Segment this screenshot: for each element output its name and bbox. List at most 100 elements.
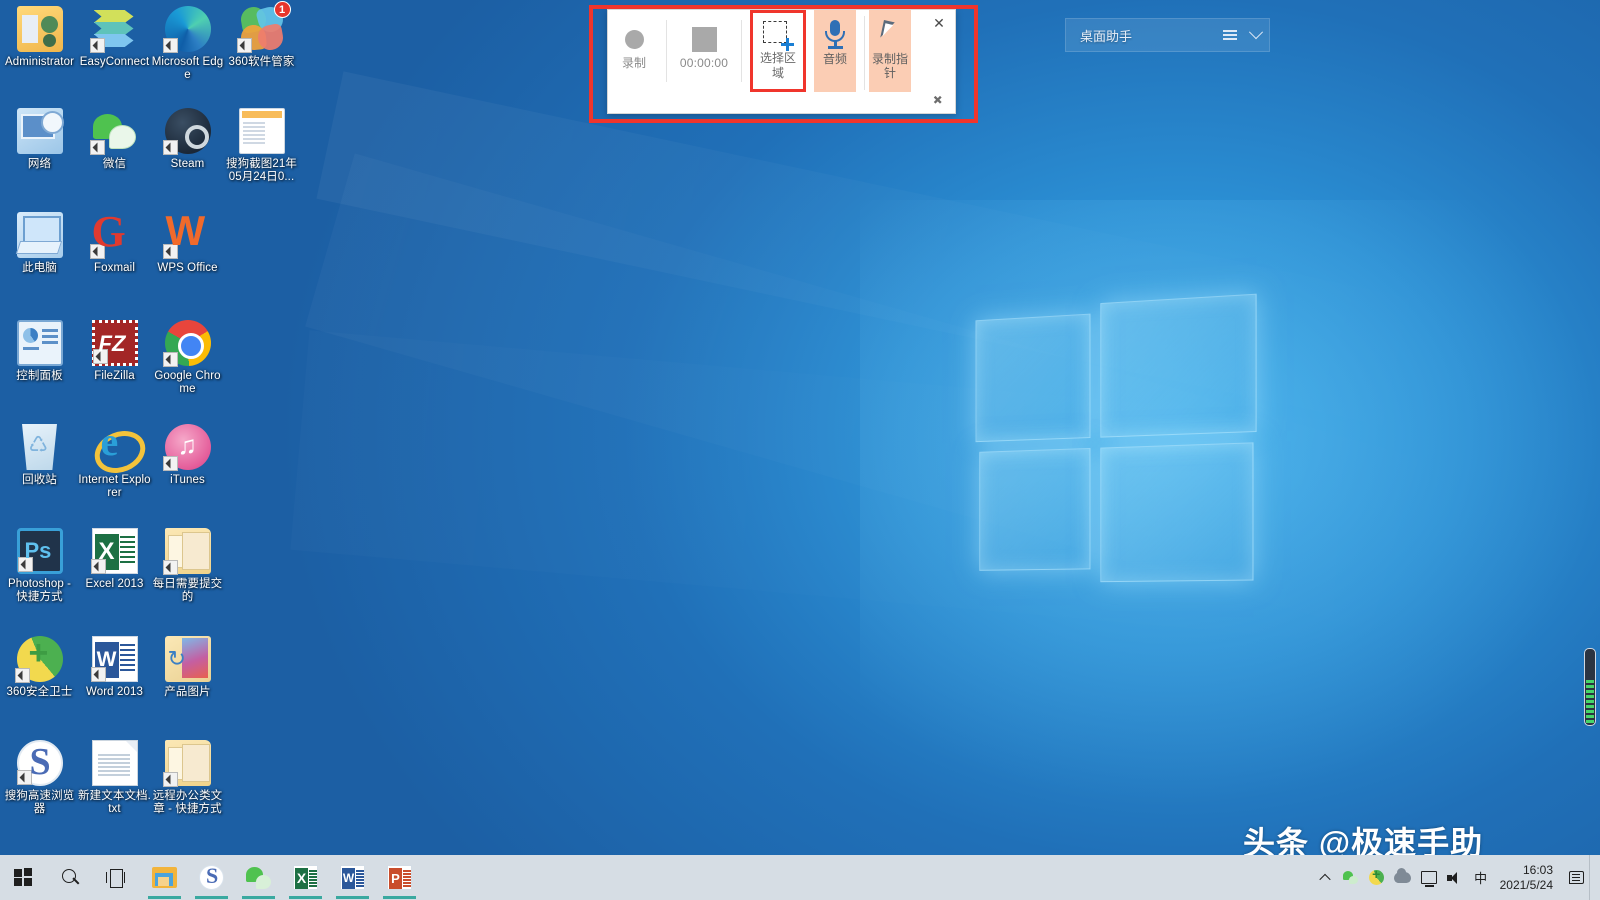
desktop-icon[interactable]: WPS Office xyxy=(150,212,225,275)
desktop-icon[interactable]: Internet Explorer xyxy=(77,424,152,500)
running-indicator xyxy=(383,896,416,899)
360safe-icon xyxy=(17,636,63,682)
shortcut-arrow-icon xyxy=(90,244,105,259)
desktop-icon[interactable]: 360安全卫士 xyxy=(2,636,77,699)
desktop-icon[interactable]: 微信 xyxy=(77,108,152,171)
shortcut-arrow-icon xyxy=(91,667,106,682)
desktop-icon-label: 新建文本文档.txt xyxy=(77,790,152,816)
shortcut-arrow-icon xyxy=(163,352,178,367)
desktop-icon-label: Photoshop - 快捷方式 xyxy=(2,578,77,604)
shortcut-arrow-icon xyxy=(237,38,252,53)
taskbar-app-file-explorer[interactable] xyxy=(141,855,188,900)
taskbar[interactable]: 中 16:03 2021/5/24 xyxy=(0,855,1600,900)
desktop-icon-label: 搜狗截图21年05月24日0... xyxy=(224,158,299,184)
desktop-icon[interactable]: EasyConnect xyxy=(77,6,152,69)
desktop-icon[interactable]: 产品图片 xyxy=(150,636,225,699)
desktop-icon[interactable]: 新建文本文档.txt xyxy=(77,740,152,816)
desktop-icon-label: 搜狗高速浏览器 xyxy=(2,790,77,816)
shortcut-arrow-icon xyxy=(163,38,178,53)
desktop-icon-label: Foxmail xyxy=(77,262,152,275)
clock-date: 2021/5/24 xyxy=(1500,878,1553,893)
record-pointer-button[interactable]: 录制指针 xyxy=(869,10,911,92)
show-desktop-button[interactable] xyxy=(1589,855,1596,900)
network-tray-button[interactable] xyxy=(1416,855,1442,900)
memory-meter-fill xyxy=(1586,680,1594,724)
audio-button[interactable]: 音频 xyxy=(814,10,856,92)
desktop-icon[interactable]: Microsoft Edge xyxy=(150,6,225,82)
shortcut-arrow-icon xyxy=(93,349,108,364)
notification-badge: 1 xyxy=(274,1,291,18)
taskbar-app-wechat[interactable] xyxy=(235,855,282,900)
desktop-icon[interactable]: Word 2013 xyxy=(77,636,152,699)
running-indicator xyxy=(242,896,275,899)
start-button[interactable] xyxy=(0,855,47,900)
memory-meter-widget[interactable] xyxy=(1584,648,1596,726)
screen-recorder-toolbar[interactable]: 录制 00:00:00 选择区域 音频 录制指针 ✕ ✚ xyxy=(607,9,956,114)
wechat-tray-button[interactable] xyxy=(1338,855,1364,900)
taskbar-app-powerpoint[interactable] xyxy=(376,855,423,900)
shortcut-arrow-icon xyxy=(17,770,32,785)
ime-indicator[interactable]: 中 xyxy=(1468,855,1494,900)
desktop-icon[interactable]: 远程办公类文章 - 快捷方式 xyxy=(150,740,225,816)
pin-icon[interactable]: ✚ xyxy=(928,90,948,110)
desktop-icon[interactable]: 此电脑 xyxy=(2,212,77,275)
network-icon xyxy=(17,108,63,154)
desktop-assistant-widget[interactable]: 桌面助手 xyxy=(1065,18,1270,52)
hamburger-menu-icon[interactable] xyxy=(1217,27,1243,42)
desktop-icon[interactable]: 搜狗高速浏览器 xyxy=(2,740,77,816)
cloud-tray-button[interactable] xyxy=(1390,855,1416,900)
desktop-icon-label: 360安全卫士 xyxy=(2,686,77,699)
folder-user-icon xyxy=(17,6,63,52)
volume-tray-button[interactable] xyxy=(1442,855,1468,900)
taskbar-app-excel[interactable] xyxy=(282,855,329,900)
tray-overflow-button[interactable] xyxy=(1312,855,1338,900)
desktop[interactable]: Administrator EasyConnect Microsoft Edge 1 3… xyxy=(0,0,1600,900)
search-button[interactable] xyxy=(47,855,94,900)
toolbar-divider xyxy=(864,16,865,90)
desktop-icon-label: 远程办公类文章 - 快捷方式 xyxy=(150,790,225,816)
select-region-button[interactable]: 选择区域 xyxy=(750,10,806,92)
word-icon xyxy=(340,865,365,890)
desktop-icon[interactable]: Foxmail xyxy=(77,212,152,275)
ec-icon xyxy=(92,6,138,52)
word-icon xyxy=(92,636,138,682)
system-tray[interactable]: 中 16:03 2021/5/24 xyxy=(1312,855,1600,900)
task-view-button[interactable] xyxy=(94,855,141,900)
chevron-down-icon[interactable] xyxy=(1243,30,1269,40)
360-safe-tray-button[interactable] xyxy=(1364,855,1390,900)
close-icon[interactable]: ✕ xyxy=(931,15,947,31)
desktop-icon[interactable]: Administrator xyxy=(2,6,77,69)
desktop-icon[interactable]: Photoshop - 快捷方式 xyxy=(2,528,77,604)
taskbar-app-sogou-browser[interactable] xyxy=(188,855,235,900)
stop-timer-button[interactable]: 00:00:00 xyxy=(673,10,735,96)
desktop-icon[interactable]: 1 360软件管家 xyxy=(224,6,299,69)
wps-icon xyxy=(165,212,211,258)
desktop-icon-label: iTunes xyxy=(150,474,225,487)
desktop-icon[interactable]: Excel 2013 xyxy=(77,528,152,591)
record-pointer-label: 录制指针 xyxy=(871,52,909,80)
desktop-icon[interactable]: Google Chrome xyxy=(150,320,225,396)
record-button[interactable]: 录制 xyxy=(608,10,660,96)
desktop-icon[interactable]: FileZilla xyxy=(77,320,152,383)
toolbar-divider xyxy=(741,20,742,82)
recycle-icon xyxy=(17,424,63,470)
desktop-icon[interactable]: 回收站 xyxy=(2,424,77,487)
toolbar-divider xyxy=(666,20,667,82)
desktop-icon[interactable]: 每日需要提交的 xyxy=(150,528,225,604)
chevron-up-icon xyxy=(1319,873,1330,884)
clock-time: 16:03 xyxy=(1523,863,1553,878)
desktop-icon[interactable]: 网络 xyxy=(2,108,77,171)
filezilla-icon xyxy=(92,320,138,366)
desktop-icon[interactable]: Steam xyxy=(150,108,225,171)
running-indicator xyxy=(148,896,181,899)
desktop-icon-label: EasyConnect xyxy=(77,56,152,69)
action-center-button[interactable] xyxy=(1563,855,1589,900)
desktop-icon-label: Word 2013 xyxy=(77,686,152,699)
wechat-icon xyxy=(246,867,271,889)
desktop-icon[interactable]: 搜狗截图21年05月24日0... xyxy=(224,108,299,184)
clock[interactable]: 16:03 2021/5/24 xyxy=(1494,855,1563,900)
desktop-icon[interactable]: iTunes xyxy=(150,424,225,487)
desktop-icon[interactable]: 控制面板 xyxy=(2,320,77,383)
shortcut-arrow-icon xyxy=(18,557,33,572)
taskbar-app-word[interactable] xyxy=(329,855,376,900)
